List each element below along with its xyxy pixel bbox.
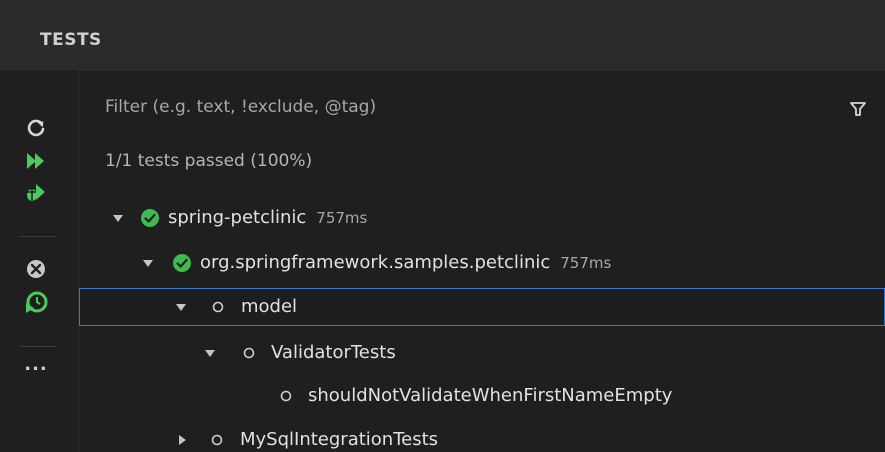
unset-status-icon [243, 347, 255, 359]
tree-item-label: model [241, 296, 298, 317]
refresh-tests-button[interactable] [24, 116, 48, 140]
tree-item-label: shouldNotValidateWhenFirstNameEmpty [308, 385, 673, 406]
continuous-run-button[interactable] [24, 291, 48, 315]
panel-header: TESTS [0, 0, 885, 71]
tree-item-validator-tests[interactable]: ValidatorTests [79, 334, 885, 372]
unset-status-icon [280, 390, 292, 402]
chevron-down-icon[interactable] [142, 257, 154, 269]
toolbar-separator [20, 346, 56, 347]
panel-title: TESTS [40, 30, 102, 50]
unset-status-icon [211, 434, 223, 446]
passed-icon [173, 254, 191, 272]
cancel-tests-button[interactable] [24, 257, 48, 281]
tree-item-spring-petclinic[interactable]: spring-petclinic 757ms [79, 199, 885, 237]
chevron-right-icon[interactable] [176, 434, 188, 446]
unset-status-icon [212, 301, 224, 313]
tree-item-mysql-integration-tests[interactable]: MySqlIntegrationTests [79, 421, 885, 452]
more-actions-button[interactable]: ... [24, 352, 48, 376]
tree-item-petclinic-package[interactable]: org.springframework.samples.petclinic 757… [79, 244, 885, 282]
test-duration: 757ms [560, 254, 612, 272]
debug-all-icon [26, 184, 45, 201]
run-all-icon [27, 153, 44, 169]
chevron-down-icon[interactable] [175, 301, 187, 313]
filter-input[interactable]: Filter (e.g. text, !exclude, @tag) [105, 94, 845, 120]
chevron-down-icon[interactable] [112, 212, 124, 224]
filter-icon[interactable] [849, 100, 867, 118]
test-explorer: Filter (e.g. text, !exclude, @tag) 1/1 t… [79, 70, 885, 452]
debug-all-tests-button[interactable] [24, 181, 48, 205]
toolbar-separator [20, 236, 56, 237]
test-summary: 1/1 tests passed (100%) [105, 151, 313, 171]
tree-item-label: MySqlIntegrationTests [240, 429, 439, 450]
testing-toolbar: ... [0, 70, 79, 452]
more-icon: ... [24, 353, 48, 375]
cancel-icon [27, 260, 45, 278]
watch-run-icon [26, 291, 48, 313]
tree-item-label: spring-petclinic 757ms [168, 207, 368, 228]
testing-panel: TESTS ... Filter (e.g. text, !exclude, @… [0, 0, 885, 452]
tree-item-test-case[interactable]: shouldNotValidateWhenFirstNameEmpty [79, 377, 885, 415]
tree-item-model[interactable]: model [79, 288, 885, 326]
chevron-down-icon[interactable] [204, 347, 216, 359]
test-duration: 757ms [316, 209, 368, 227]
run-all-tests-button[interactable] [24, 149, 48, 173]
tree-item-label: ValidatorTests [271, 342, 396, 363]
refresh-icon [27, 119, 45, 137]
passed-icon [141, 209, 159, 227]
tree-item-label: org.springframework.samples.petclinic 757… [200, 252, 612, 273]
